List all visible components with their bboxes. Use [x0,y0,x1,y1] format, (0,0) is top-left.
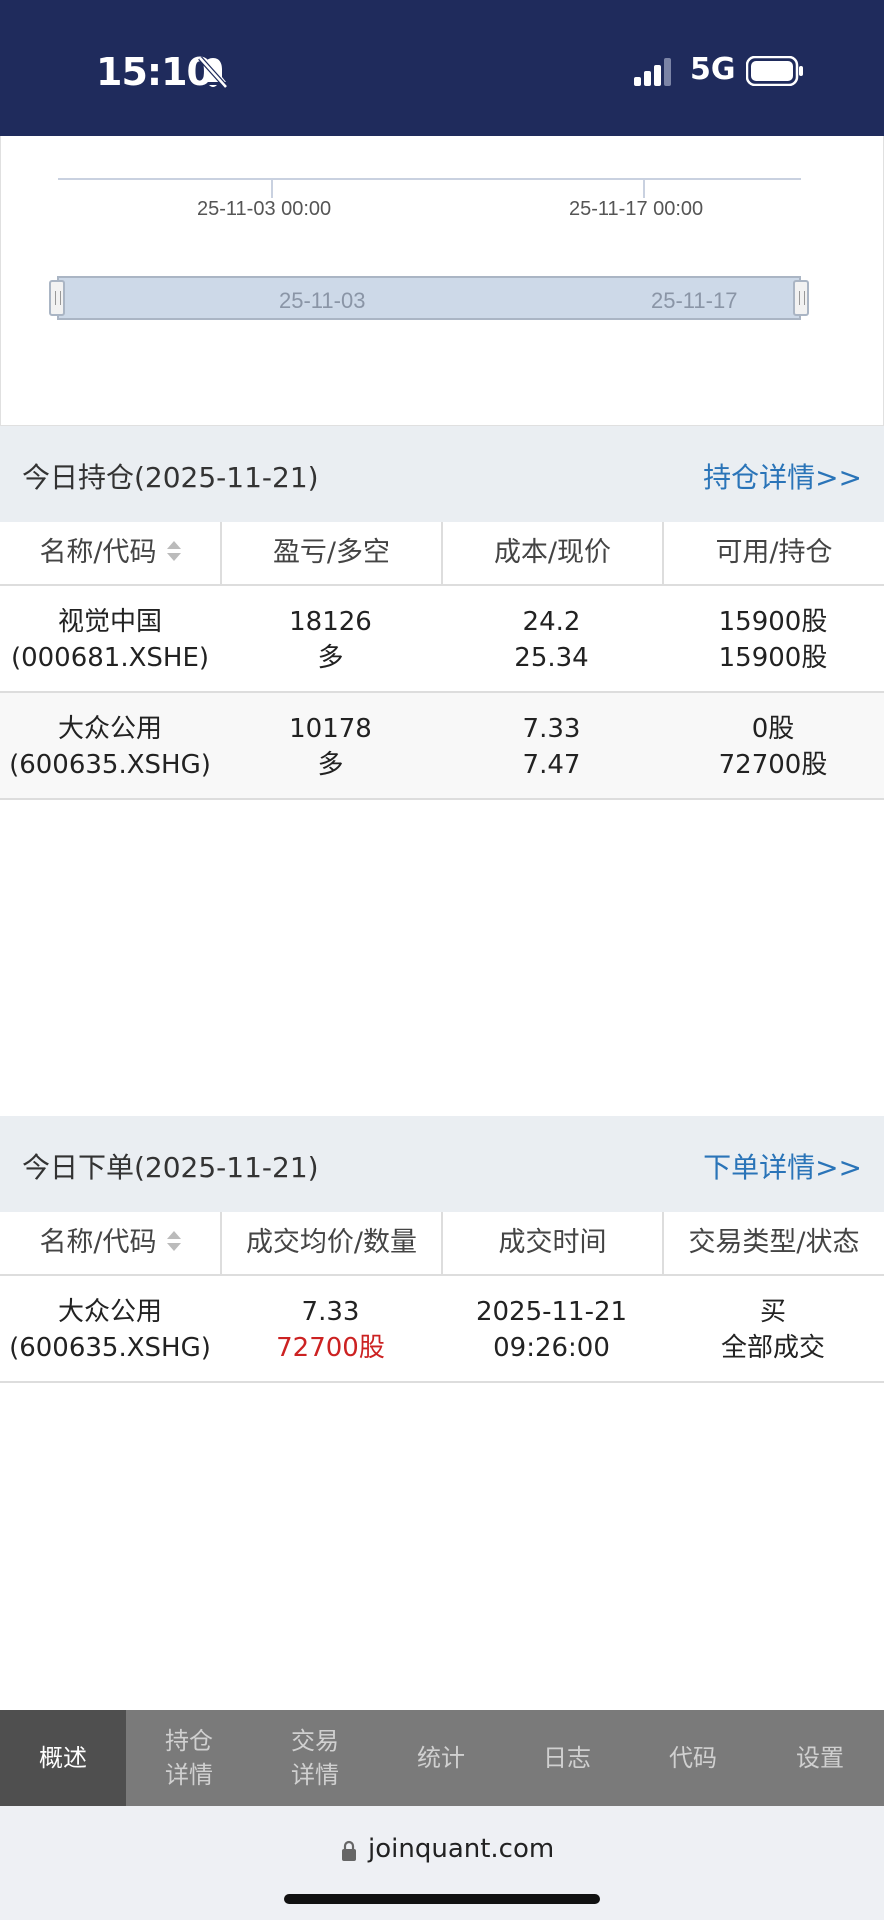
trade-time: 09:26:00 [493,1333,610,1363]
positions-header: 今日持仓(2025-11-21) 持仓详情>> [0,426,884,522]
order-quantity: 72700股 [276,1333,385,1363]
home-indicator[interactable] [284,1894,600,1904]
table-header-row: 名称/代码 盈亏/多空 成本/现价 可用/持仓 [0,522,884,586]
x-axis-line [58,178,801,180]
x-axis-tick [643,178,645,198]
nav-item-log[interactable]: 日志 [504,1710,630,1806]
stock-code: (000681.XSHE) [10,643,210,673]
bell-muted-icon [198,56,228,89]
zoom-handle-left[interactable] [49,280,65,316]
column-header-type-status: 交易类型/状态 [662,1212,884,1274]
table-row[interactable]: 视觉中国 (000681.XSHE) 18126 多 24.2 25.34 15900… [0,586,884,693]
column-header-avg-price-qty: 成交均价/数量 [220,1212,441,1274]
holding-qty: 72700股 [718,750,828,780]
browser-address-bar[interactable]: joinquant.com [0,1806,884,1920]
nav-item-settings[interactable]: 设置 [756,1710,884,1806]
order-status: 全部成交 [720,1333,825,1363]
status-time: 15:10 [96,50,213,94]
stock-code: (600635.XSHG) [9,1333,211,1363]
table-header-row: 名称/代码 成交均价/数量 成交时间 交易类型/状态 [0,1212,884,1276]
avg-price: 7.33 [301,1297,360,1327]
positions-detail-link[interactable]: 持仓详情>> [703,456,862,496]
trade-type: 买 [759,1297,786,1327]
zoom-handle-right[interactable] [793,280,809,316]
stock-name: 大众公用 [57,714,162,744]
pnl-value: 18126 [289,607,372,637]
column-header-name-code[interactable]: 名称/代码 [0,522,220,584]
positions-table: 名称/代码 盈亏/多空 成本/现价 可用/持仓 视觉中国 (000681.XSHE… [0,522,884,800]
holding-qty: 15900股 [718,643,828,673]
column-header-pnl: 盈亏/多空 [220,522,441,584]
column-header-name-code[interactable]: 名称/代码 [0,1212,220,1274]
network-type: 5G [690,52,736,87]
x-axis-label: 25-11-17 00:00 [569,198,704,220]
sort-icon[interactable] [166,540,181,563]
zoom-end-label: 25-11-17 [651,288,738,313]
stock-name: 大众公用 [57,1297,162,1327]
table-row[interactable]: 大众公用 (600635.XSHG) 10178 多 7.33 7.47 0股 7270… [0,693,884,800]
nav-item-overview[interactable]: 概述 [0,1710,126,1806]
column-header-cost-price: 成本/现价 [441,522,662,584]
nav-item-code[interactable]: 代码 [630,1710,756,1806]
lock-icon [342,1840,356,1861]
x-axis-label: 25-11-03 00:00 [197,198,332,220]
trade-date: 2025-11-21 [475,1297,628,1327]
direction: 多 [317,750,344,780]
column-header-trade-time: 成交时间 [441,1212,662,1274]
stock-name: 视觉中国 [57,607,162,637]
pnl-value: 10178 [289,714,372,744]
orders-title: 今日下单(2025-11-21) [22,1151,319,1184]
nav-item-position-detail[interactable]: 持仓 详情 [126,1710,252,1806]
zoom-start-label: 25-11-03 [279,288,366,313]
nav-item-statistics[interactable]: 统计 [378,1710,504,1806]
status-bar: 15:10 5G [0,0,884,136]
cost-value: 24.2 [522,607,581,637]
nav-item-trade-detail[interactable]: 交易 详情 [252,1710,378,1806]
battery-icon [746,56,803,86]
available-qty: 15900股 [718,607,828,637]
available-qty: 0股 [751,714,795,744]
orders-header: 今日下单(2025-11-21) 下单详情>> [0,1116,884,1212]
orders-table: 名称/代码 成交均价/数量 成交时间 交易类型/状态 大众公用 (600635.X… [0,1212,884,1383]
cost-value: 7.33 [522,714,581,744]
table-row[interactable]: 大众公用 (600635.XSHG) 7.33 72700股 2025-11-21 0… [0,1276,884,1383]
price-value: 7.47 [522,750,581,780]
price-value: 25.34 [514,643,589,673]
positions-title: 今日持仓(2025-11-21) [22,461,319,494]
column-header-available-holding: 可用/持仓 [662,522,884,584]
sort-icon[interactable] [166,1230,181,1253]
chart-area: 25-11-03 00:00 25-11-17 00:00 25-11-03 2… [0,136,884,426]
bottom-nav: 概述 持仓 详情 交易 详情 统计 日志 代码 设置 [0,1710,884,1806]
x-axis-tick [271,178,273,198]
signal-strength-icon [634,58,674,86]
url-text[interactable]: joinquant.com [368,1834,554,1864]
orders-detail-link[interactable]: 下单详情>> [703,1146,862,1186]
direction: 多 [317,643,344,673]
stock-code: (600635.XSHG) [9,750,211,780]
